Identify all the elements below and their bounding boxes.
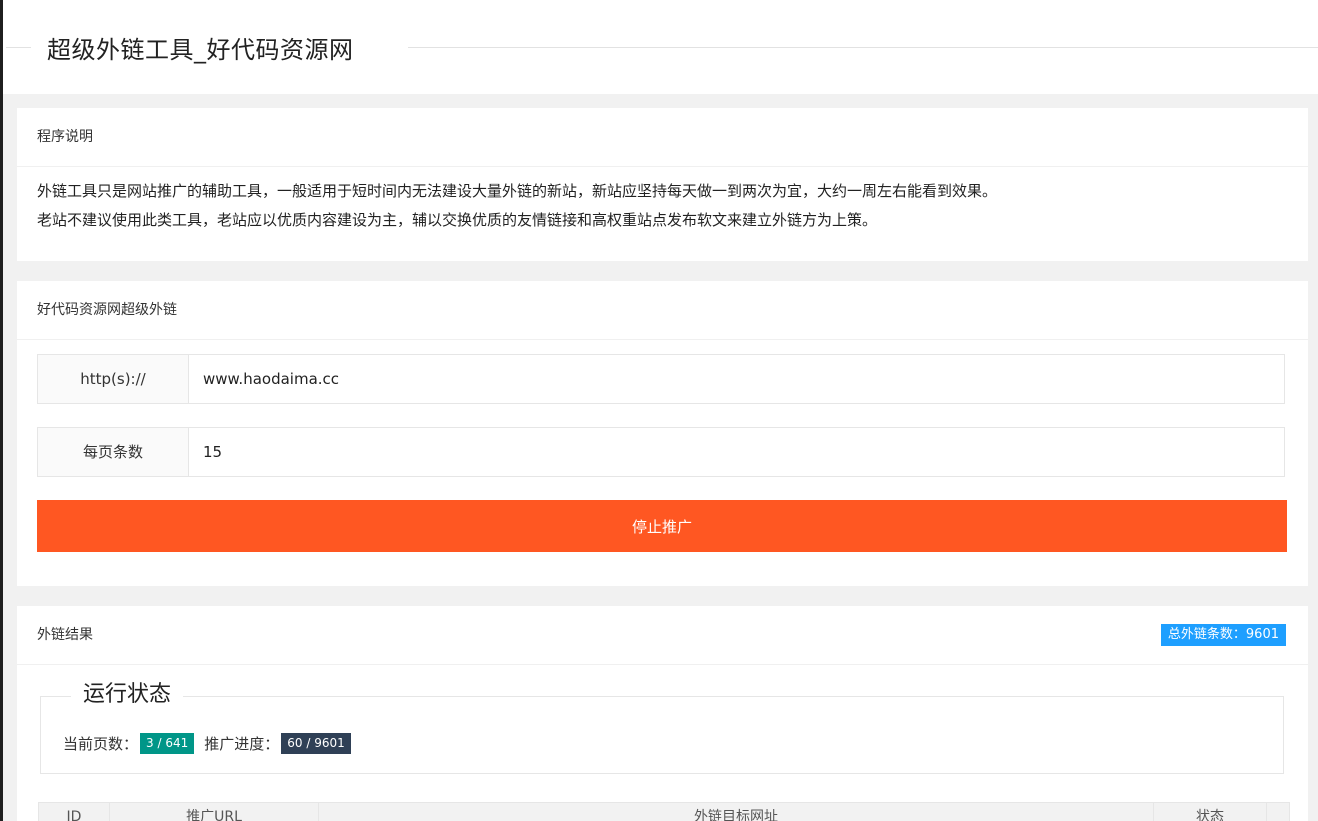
intro-heading: 程序说明 [17,108,1308,167]
tool-card: 好代码资源网超级外链 http(s):// 每页条数 停止推广 [17,281,1308,586]
tool-heading: 好代码资源网超级外链 [17,281,1308,340]
title-rule-left [6,47,31,48]
per-page-label: 每页条数 [38,428,189,476]
title-fieldset: 超级外链工具_好代码资源网 [3,0,1318,94]
progress-label: 推广进度： [204,735,280,753]
current-page-badge: 3 / 641 [140,733,195,754]
progress-badge: 60 / 9601 [281,733,351,754]
intro-line-1: 外链工具只是网站推广的辅助工具，一般适用于短时间内无法建设大量外链的新站，新站应… [37,182,998,200]
url-input-group: http(s):// [37,354,1285,404]
results-table-header: ID 推广URL 外链目标网址 状态 [38,802,1290,821]
results-header: 外链结果 总外链条数：9601 [17,606,1308,665]
results-card: 外链结果 总外链条数：9601 运行状态 当前页数： 3 / 641 推广进度：… [17,606,1308,821]
col-extra [1267,803,1289,821]
results-heading: 外链结果 [37,627,93,643]
stop-promotion-button[interactable]: 停止推广 [37,500,1287,552]
run-status-line: 当前页数： 3 / 641 推广进度： 60 / 9601 [63,733,361,754]
per-page-input[interactable] [189,428,1284,476]
run-status-legend: 运行状态 [71,679,184,711]
total-links-badge: 总外链条数：9601 [1160,624,1286,646]
current-page-label: 当前页数： [63,735,139,753]
col-status: 状态 [1154,803,1267,821]
intro-body: 外链工具只是网站推广的辅助工具，一般适用于短时间内无法建设大量外链的新站，新站应… [17,167,1308,235]
title-rule-right [408,47,1318,48]
url-label: http(s):// [38,355,189,403]
intro-line-2: 老站不建议使用此类工具，老站应以优质内容建设为主，辅以交换优质的友情链接和高权重… [37,211,878,229]
intro-card: 程序说明 外链工具只是网站推广的辅助工具，一般适用于短时间内无法建设大量外链的新… [17,108,1308,261]
window-edge [0,0,3,821]
page-title: 超级外链工具_好代码资源网 [47,36,354,64]
page: 超级外链工具_好代码资源网 程序说明 外链工具只是网站推广的辅助工具，一般适用于… [0,0,1318,821]
url-input[interactable] [189,355,1284,403]
col-id: ID [39,803,110,821]
col-promo-url: 推广URL [110,803,319,821]
col-target-url: 外链目标网址 [319,803,1154,821]
run-status-fieldset: 运行状态 当前页数： 3 / 641 推广进度： 60 / 9601 [40,679,1284,774]
per-page-input-group: 每页条数 [37,427,1285,477]
